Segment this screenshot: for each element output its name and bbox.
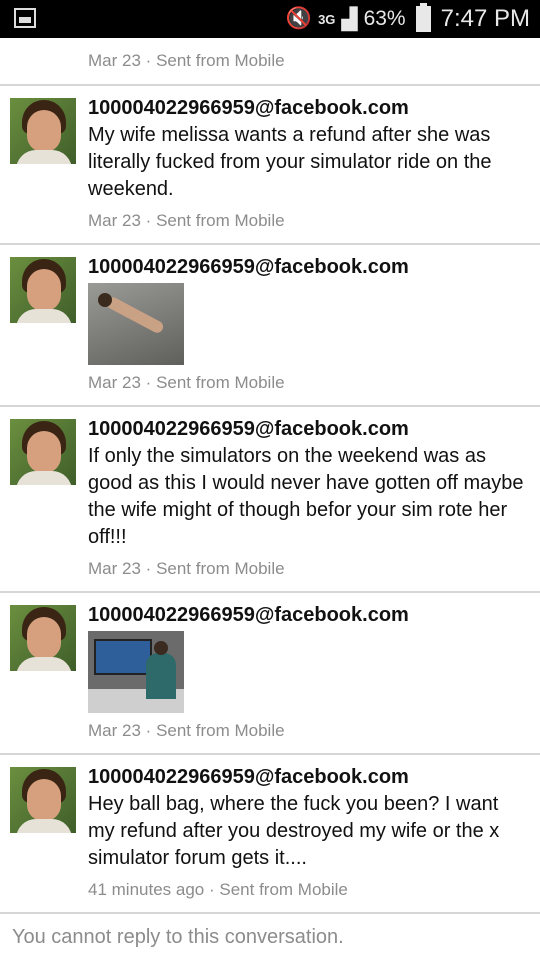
message-source: Sent from Mobile — [156, 51, 285, 70]
message-item[interactable]: 100004022966959@facebook.com Mar 23 · Se… — [0, 245, 540, 407]
message-meta: 41 minutes ago · Sent from Mobile — [88, 880, 530, 912]
photo-attachment[interactable] — [88, 631, 184, 713]
message-meta: Mar 23 · Sent from Mobile — [88, 211, 530, 243]
status-icons: 🔇 3G ▟ 63% 7:47 PM — [286, 0, 530, 38]
message-sender[interactable]: 100004022966959@facebook.com — [88, 766, 530, 789]
message-date: Mar 23 — [88, 559, 141, 578]
message-source: Sent from Mobile — [156, 721, 285, 740]
gallery-notification-icon — [14, 8, 36, 28]
message-date: Mar 23 — [88, 373, 141, 392]
battery-percent: 63% — [363, 7, 406, 30]
meta-separator: · — [208, 880, 215, 899]
avatar[interactable] — [10, 605, 76, 671]
avatar[interactable] — [10, 98, 76, 164]
meta-separator: · — [145, 51, 152, 70]
message-meta: Mar 23 · Sent from Mobile — [88, 373, 530, 405]
message-text: If only the simulators on the weekend wa… — [88, 445, 524, 548]
message-item[interactable]: 100004022966959@facebook.com Hey ball ba… — [0, 755, 540, 914]
meta-separator: · — [145, 211, 152, 230]
message-source: Sent from Mobile — [156, 559, 285, 578]
avatar[interactable] — [10, 419, 76, 485]
message-text: My wife melissa wants a refund after she… — [88, 124, 492, 200]
meta-separator: · — [145, 721, 152, 740]
signal-icon: ▟ — [341, 7, 358, 31]
message-item[interactable]: 100004022966959@facebook.com If only the… — [0, 407, 540, 593]
message-sender[interactable]: 100004022966959@facebook.com — [88, 256, 530, 279]
photo-attachment[interactable] — [88, 283, 184, 365]
mute-icon: 🔇 — [285, 7, 313, 30]
battery-icon — [415, 3, 431, 32]
message-item[interactable]: 100004022966959@facebook.com Mar 23 · Se… — [0, 593, 540, 755]
message-list[interactable]: Mar 23 · Sent from Mobile 10000402296695… — [0, 38, 540, 914]
message-date: 41 minutes ago — [88, 880, 205, 899]
status-bar: 🔇 3G ▟ 63% 7:47 PM — [0, 0, 540, 38]
avatar[interactable] — [10, 257, 76, 323]
message-sender[interactable]: 100004022966959@facebook.com — [88, 97, 530, 120]
message-text: Hey ball bag, where the fuck you been? I… — [88, 793, 500, 869]
message-date: Mar 23 — [88, 721, 141, 740]
message-item[interactable]: 100004022966959@facebook.com My wife mel… — [0, 86, 540, 245]
meta-separator: · — [145, 559, 152, 578]
message-date: Mar 23 — [88, 211, 141, 230]
meta-separator: · — [145, 373, 152, 392]
network-type: 3G — [318, 11, 336, 27]
previous-message-meta: Mar 23 · Sent from Mobile — [0, 38, 540, 86]
message-sender[interactable]: 100004022966959@facebook.com — [88, 604, 530, 627]
avatar[interactable] — [10, 767, 76, 833]
message-source: Sent from Mobile — [219, 880, 348, 899]
message-source: Sent from Mobile — [156, 373, 285, 392]
message-meta: Mar 23 · Sent from Mobile — [88, 559, 530, 591]
message-sender[interactable]: 100004022966959@facebook.com — [88, 418, 530, 441]
clock: 7:47 PM — [440, 5, 530, 32]
reply-disabled-notice: You cannot reply to this conversation. — [0, 916, 540, 960]
message-date: Mar 23 — [88, 51, 141, 70]
message-meta: Mar 23 · Sent from Mobile — [88, 721, 530, 753]
message-source: Sent from Mobile — [156, 211, 285, 230]
